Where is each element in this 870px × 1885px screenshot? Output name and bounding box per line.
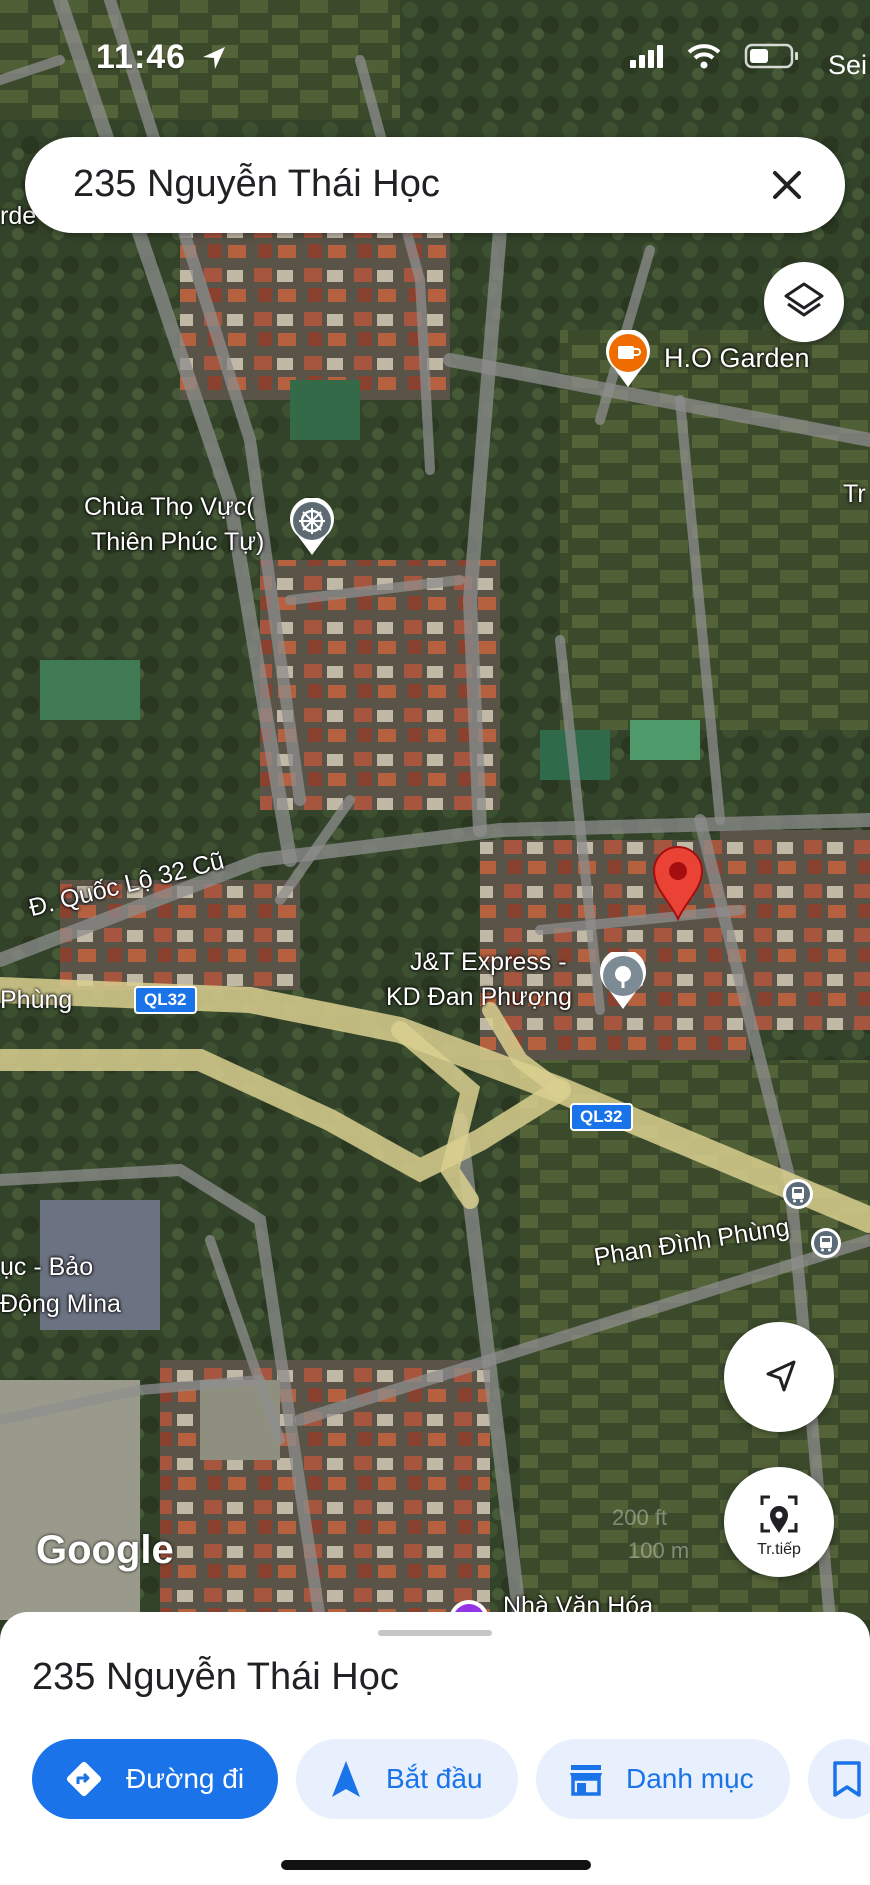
place-bottom-sheet[interactable]: 235 Nguyễn Thái Học Đường đi Bắt đầu Dan… — [0, 1612, 870, 1885]
layers-icon — [784, 282, 824, 317]
start-label: Bắt đầu — [386, 1763, 483, 1794]
poi-label-chua-line2[interactable]: Thiên Phúc Tự) — [91, 528, 264, 557]
poi-label-jt-line1[interactable]: J&T Express - — [410, 948, 567, 977]
sheet-drag-handle[interactable] — [378, 1630, 492, 1636]
highway-shield-ql32: QL32 — [134, 986, 197, 1014]
place-title: 235 Nguyễn Thái Học — [32, 1656, 399, 1698]
directions-icon — [66, 1761, 102, 1797]
wifi-icon — [687, 44, 721, 69]
google-logo: Google — [36, 1528, 174, 1572]
home-indicator — [281, 1860, 591, 1870]
directions-label: Đường đi — [126, 1763, 245, 1794]
action-chips: Đường đi Bắt đầu Danh mục — [32, 1739, 870, 1819]
location-arrow-icon — [203, 47, 225, 69]
search-bar[interactable]: 235 Nguyễn Thái Học — [25, 137, 845, 233]
navigation-arrow-icon — [332, 1761, 360, 1797]
start-button[interactable]: Bắt đầu — [296, 1739, 518, 1819]
status-corner-text: Sei — [828, 50, 868, 80]
clear-search-button[interactable] — [759, 157, 815, 213]
poi-label-ho-garden[interactable]: H.O Garden — [664, 343, 810, 374]
poi-label-bao-line1: ục - Bảo — [0, 1253, 94, 1281]
satellite-map[interactable]: H.O Garden Chùa Thọ Vực( Thiên Phúc Tự) … — [0, 0, 870, 1620]
live-view-button[interactable]: Tr.tiếp — [724, 1467, 834, 1577]
save-button[interactable] — [808, 1739, 870, 1819]
highway-shield-ql32: QL32 — [570, 1103, 633, 1131]
status-time: 11:46 — [96, 38, 187, 76]
close-icon — [773, 171, 801, 199]
bookmark-icon — [833, 1761, 861, 1797]
battery-icon — [744, 43, 798, 69]
layers-button[interactable] — [764, 262, 844, 342]
category-button[interactable]: Danh mục — [536, 1739, 790, 1819]
scale-ft: 200 ft — [612, 1505, 668, 1530]
navigation-arrow-icon — [766, 1360, 796, 1392]
poi-label-bao-line2: Động Mina — [0, 1290, 121, 1318]
live-view-label: Tr.tiếp — [757, 1541, 801, 1558]
status-bar: 11:46 Sei — [0, 0, 870, 120]
cellular-signal-icon — [630, 45, 663, 68]
poi-label-chua-line1[interactable]: Chùa Thọ Vực( — [84, 493, 255, 522]
scale-m: 100 m — [628, 1538, 690, 1563]
poi-label-jt-line2[interactable]: KD Đan Phượng — [386, 983, 572, 1012]
search-query[interactable]: 235 Nguyễn Thái Học — [73, 163, 440, 206]
edge-label-tr: Tr — [843, 480, 866, 508]
street-label-phung: Phùng — [0, 986, 73, 1014]
directions-button[interactable]: Đường đi — [32, 1739, 278, 1819]
category-label: Danh mục — [626, 1763, 754, 1794]
my-location-button[interactable] — [724, 1322, 834, 1432]
store-icon — [570, 1765, 602, 1796]
